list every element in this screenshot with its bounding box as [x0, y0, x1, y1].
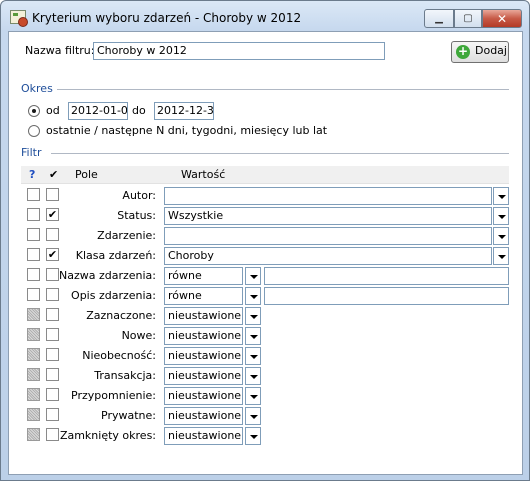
- chevron-down-icon[interactable]: [245, 367, 261, 385]
- relative-period-label: ostatnie / następne N dni, tygodni, mies…: [46, 124, 328, 137]
- chevron-down-icon[interactable]: [245, 407, 261, 425]
- chevron-down-icon[interactable]: [245, 347, 261, 365]
- row-field-label: Opis zdarzenia:: [71, 289, 156, 302]
- filter-divider: [51, 153, 509, 154]
- filter-row: Nieobecność: nieustawione: [9, 346, 524, 366]
- chevron-down-icon[interactable]: [245, 287, 261, 305]
- chevron-down-icon[interactable]: [493, 227, 509, 245]
- close-button[interactable]: ✕: [482, 9, 522, 28]
- row-field-label: Przypomnienie:: [71, 389, 156, 402]
- maximize-button[interactable]: ▢: [454, 9, 482, 28]
- filter-table-header: ? ✔ Pole Wartość: [21, 166, 509, 184]
- title-bar[interactable]: Kryterium wyboru zdarzeń - Choroby w 201…: [1, 1, 529, 31]
- maximize-icon: ▢: [463, 13, 473, 24]
- filter-row: Opis zdarzenia: równe: [9, 286, 524, 306]
- row-field-label: Nazwa zdarzenia:: [58, 269, 156, 282]
- filter-row: Zamknięty okres: nieustawione: [9, 426, 524, 446]
- row-value-select[interactable]: [164, 227, 492, 245]
- row-value-input[interactable]: [264, 267, 509, 285]
- window-title: Kryterium wyboru zdarzeń - Choroby w 201…: [32, 11, 302, 25]
- filter-row: Zaznaczone: nieustawione: [9, 306, 524, 326]
- filter-row: Prywatne: nieustawione: [9, 406, 524, 426]
- row-field-label: Zaznaczone:: [86, 309, 156, 322]
- row-operator-select[interactable]: równe: [164, 287, 243, 305]
- filter-row: ✔ Klasa zdarzeń: Choroby: [9, 246, 524, 266]
- header-question-icon: ?: [29, 168, 36, 181]
- filter-row: ✔ Status: Wszystkie: [9, 206, 524, 226]
- row-value-select[interactable]: [164, 187, 492, 205]
- to-date-input[interactable]: 2012-12-31: [154, 102, 214, 120]
- chevron-down-icon[interactable]: [493, 207, 509, 225]
- row-field-label: Status:: [117, 209, 156, 222]
- row-value-select[interactable]: nieustawione: [164, 347, 243, 365]
- row-value-select[interactable]: nieustawione: [164, 387, 243, 405]
- close-icon: ✕: [496, 11, 508, 26]
- chevron-down-icon[interactable]: [245, 307, 261, 325]
- plus-icon: +: [456, 44, 470, 59]
- filter-row: Nazwa zdarzenia: równe: [9, 266, 524, 286]
- row-field-label: Nieobecność:: [82, 349, 156, 362]
- filter-row: Przypomnienie: nieustawione: [9, 386, 524, 406]
- chevron-down-icon[interactable]: [245, 387, 261, 405]
- row-value-select[interactable]: Wszystkie: [164, 207, 492, 225]
- filter-row: Zdarzenie:: [9, 226, 524, 246]
- row-value-select[interactable]: nieustawione: [164, 367, 243, 385]
- row-field-label: Zamknięty okres:: [59, 429, 156, 442]
- row-value-select[interactable]: nieustawione: [164, 307, 243, 325]
- row-field-label: Transakcja:: [94, 369, 156, 382]
- filter-section-title: Filtr: [21, 146, 42, 159]
- row-value-select[interactable]: Choroby: [164, 247, 492, 265]
- dialog-content: Nazwa filtru: Choroby w 2012 + Dodaj Okr…: [8, 31, 523, 475]
- to-label: do: [132, 104, 146, 117]
- row-field-label: Autor:: [122, 189, 156, 202]
- chevron-down-icon[interactable]: [245, 267, 261, 285]
- row-value-input[interactable]: [264, 287, 509, 305]
- from-date-input[interactable]: 2012-01-01: [68, 102, 128, 120]
- filter-row: Transakcja: nieustawione: [9, 366, 524, 386]
- row-value-select[interactable]: nieustawione: [164, 327, 243, 345]
- filter-name-input[interactable]: Choroby w 2012: [93, 42, 385, 60]
- row-operator-select[interactable]: równe: [164, 267, 243, 285]
- period-range-radio[interactable]: [28, 105, 40, 117]
- header-check-icon: ✔: [49, 168, 59, 181]
- row-field-label: Zdarzenie:: [97, 229, 156, 242]
- row-value-select[interactable]: nieustawione: [164, 407, 243, 425]
- add-button[interactable]: + Dodaj: [451, 41, 509, 63]
- chevron-down-icon[interactable]: [245, 327, 261, 345]
- minimize-icon: ▁: [435, 13, 443, 24]
- header-field: Pole: [75, 168, 98, 181]
- row-value-select[interactable]: nieustawione: [164, 427, 243, 445]
- chevron-down-icon[interactable]: [493, 187, 509, 205]
- chevron-down-icon[interactable]: [245, 427, 261, 445]
- row-field-label: Prywatne:: [101, 409, 156, 422]
- filter-name-label: Nazwa filtru:: [25, 44, 95, 57]
- filter-row: Autor:: [9, 186, 524, 206]
- app-icon: [10, 10, 28, 27]
- dialog-window: Kryterium wyboru zdarzeń - Choroby w 201…: [0, 0, 530, 481]
- add-button-label: Dodaj: [475, 44, 507, 57]
- period-section-title: Okres: [21, 82, 53, 95]
- period-relative-radio[interactable]: [28, 125, 40, 137]
- row-field-label: Klasa zdarzeń:: [75, 249, 156, 262]
- period-divider: [57, 89, 509, 90]
- minimize-button[interactable]: ▁: [424, 9, 454, 28]
- chevron-down-icon[interactable]: [493, 247, 509, 265]
- row-field-label: Nowe:: [121, 329, 156, 342]
- from-label: od: [46, 104, 60, 117]
- filter-row: Nowe: nieustawione: [9, 326, 524, 346]
- header-value: Wartość: [181, 168, 226, 181]
